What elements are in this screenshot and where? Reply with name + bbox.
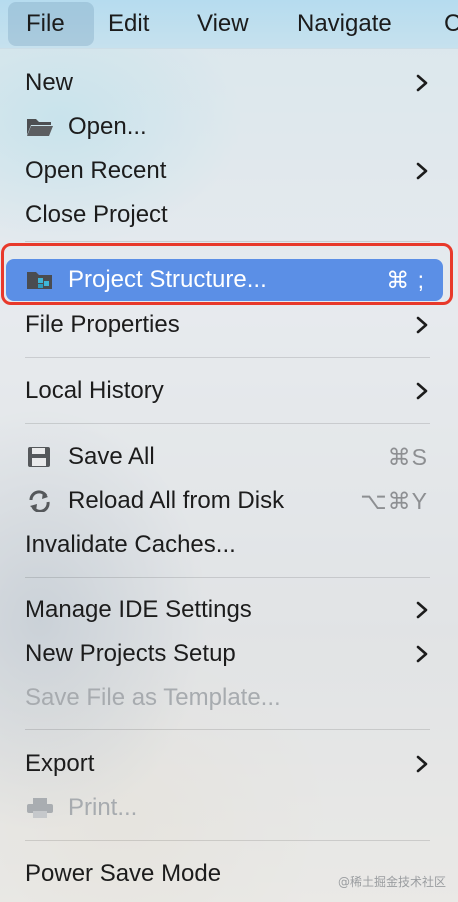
menu-separator <box>25 241 430 242</box>
menu-item-label: Invalidate Caches... <box>25 531 236 558</box>
menu-item-label: Save File as Template... <box>25 684 281 711</box>
menu-item-local-history[interactable]: Local History <box>0 369 458 413</box>
menu-item-label: Local History <box>25 377 164 404</box>
menu-item-label: Reload All from Disk <box>68 487 285 514</box>
menu-item-label: New <box>25 69 74 96</box>
menubar-navigate[interactable]: Navigate <box>297 0 392 48</box>
chevron-right-icon <box>416 382 428 400</box>
menu-item-file-properties[interactable]: File Properties <box>0 303 458 347</box>
menu-separator <box>25 840 430 841</box>
menubar-code-partial[interactable]: C <box>444 0 458 48</box>
chevron-right-icon <box>416 316 428 334</box>
menu-separator <box>25 357 430 358</box>
menubar-view[interactable]: View <box>197 0 249 48</box>
save-icon <box>28 447 50 467</box>
menu-item-label: New Projects Setup <box>25 640 236 667</box>
chevron-right-icon <box>416 601 428 619</box>
menu-item-label: File Properties <box>25 311 180 338</box>
menu-item-save-all[interactable]: Save All ⌘S <box>0 435 458 479</box>
menu-item-close-project[interactable]: Close Project <box>0 193 458 237</box>
menu-bar: File Edit View Navigate C <box>0 0 458 49</box>
menu-item-invalidate-caches[interactable]: Invalidate Caches... <box>0 523 458 567</box>
printer-icon <box>27 798 53 818</box>
menu-separator <box>25 729 430 730</box>
menu-item-new-projects-setup[interactable]: New Projects Setup <box>0 632 458 676</box>
shortcut-label: ⌥⌘Y <box>360 488 428 514</box>
menu-item-label: Power Save Mode <box>25 860 222 887</box>
menu-item-save-file-as-template: Save File as Template... <box>0 676 458 720</box>
highlight-outline <box>1 243 453 305</box>
menu-item-print: Print... <box>0 786 458 830</box>
chevron-right-icon <box>416 162 428 180</box>
reload-icon <box>29 490 50 512</box>
menu-item-open-recent[interactable]: Open Recent <box>0 149 458 193</box>
menu-item-label: Manage IDE Settings <box>25 596 252 623</box>
menu-separator <box>25 577 430 578</box>
shortcut-label: ⌘S <box>387 444 428 470</box>
watermark: @稀土掘金技术社区 <box>337 875 446 889</box>
menu-item-label: Save All <box>68 443 155 470</box>
menu-item-label: Print... <box>68 794 138 821</box>
menu-item-label: Open Recent <box>25 157 167 184</box>
menu-item-manage-ide-settings[interactable]: Manage IDE Settings <box>0 588 458 632</box>
chevron-right-icon <box>416 74 428 92</box>
menu-item-label: Open... <box>68 113 147 140</box>
folder-open-icon <box>27 119 53 136</box>
menu-separator <box>25 423 430 424</box>
menu-item-new[interactable]: New <box>0 61 458 105</box>
menu-item-reload-all[interactable]: Reload All from Disk ⌥⌘Y <box>0 479 458 523</box>
menu-item-label: Close Project <box>25 201 168 228</box>
menu-item-open[interactable]: Open... <box>0 105 458 149</box>
menu-item-label: Export <box>25 750 95 777</box>
chevron-right-icon <box>416 645 428 663</box>
menubar-edit[interactable]: Edit <box>108 0 149 48</box>
menu-item-export[interactable]: Export <box>0 742 458 786</box>
menubar-file[interactable]: File <box>8 2 94 46</box>
chevron-right-icon <box>416 755 428 773</box>
